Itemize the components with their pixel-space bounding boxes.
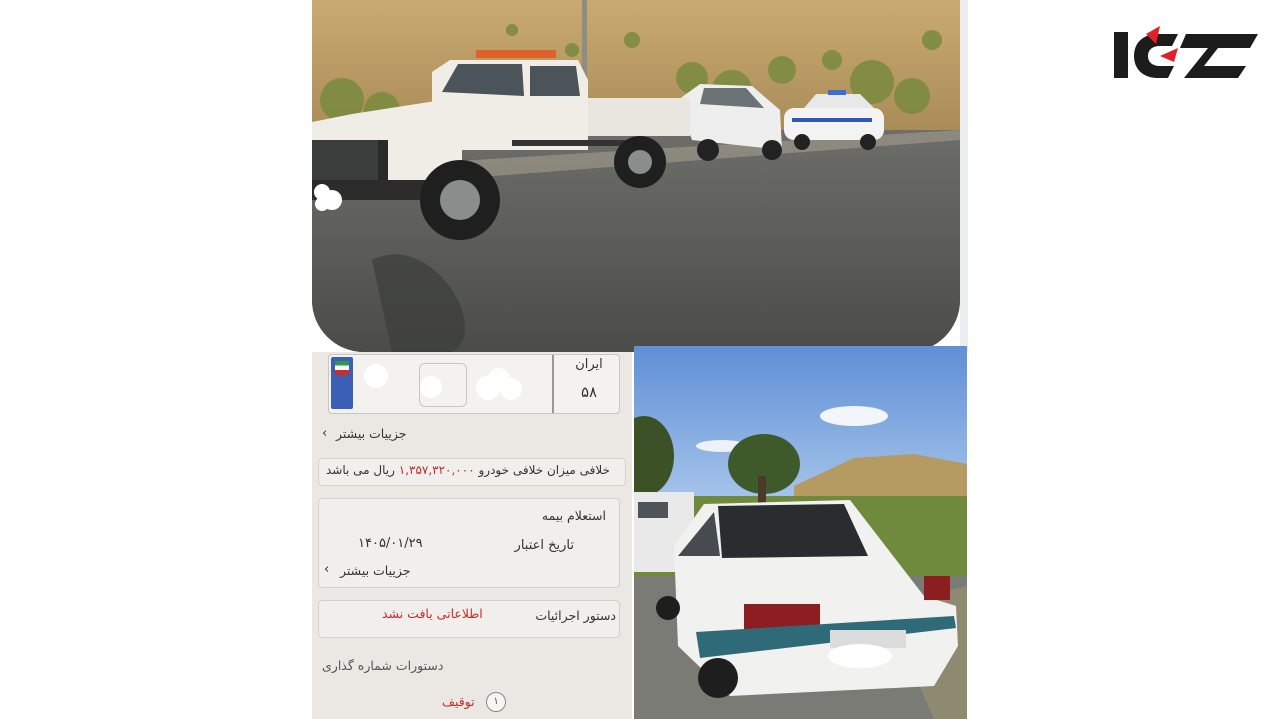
blur-blob	[420, 376, 442, 398]
seize-index[interactable]: ۱	[486, 692, 506, 712]
blur-blob	[364, 364, 388, 388]
chevron-left-icon: ‹	[322, 426, 328, 441]
execution-value: اطلاعاتی یافت نشد	[382, 606, 483, 621]
logo-icon	[1114, 26, 1258, 78]
top-photo-tow-truck	[312, 0, 960, 352]
plate-flag-strip	[331, 357, 353, 409]
blur-blob	[500, 378, 522, 400]
violation-text-post: ریال می باشد	[326, 463, 395, 477]
vehicle-record-screenshot: ایران ۵۸ ‹ جزییات بیشتر خلافی میزان خلاف…	[312, 352, 632, 719]
car-rear-photo	[634, 346, 967, 719]
chevron-left-icon: ‹	[324, 562, 330, 577]
plate-divider	[552, 355, 554, 413]
validity-label: تاریخ اعتبار	[514, 538, 574, 553]
iran-flag-icon	[335, 361, 349, 375]
top-photo-edge	[960, 0, 968, 352]
insurance-title: استعلام بیمه	[541, 508, 606, 523]
more-details-link[interactable]: جزییات بیشتر	[340, 563, 411, 578]
violation-amount: ۱,۳۵۷,۳۲۰,۰۰۰	[398, 463, 475, 477]
seize-label: توقیف	[442, 694, 475, 709]
violation-text-pre: خلافی میزان خلافی خودرو	[478, 463, 610, 477]
plate-code: ۵۸	[580, 383, 598, 401]
violation-row: خلافی میزان خلافی خودرو ۱,۳۵۷,۳۲۰,۰۰۰ ری…	[326, 463, 610, 477]
plate-country: ایران	[575, 357, 603, 372]
execution-label: دستور اجرائیات	[535, 608, 616, 623]
rokna-logo	[1108, 22, 1264, 86]
validity-date: ۱۴۰۵/۰۱/۲۹	[358, 536, 423, 551]
more-details-link[interactable]: جزییات بیشتر	[336, 426, 407, 441]
plate-orders-label: دستورات شماره گذاری	[322, 658, 444, 673]
